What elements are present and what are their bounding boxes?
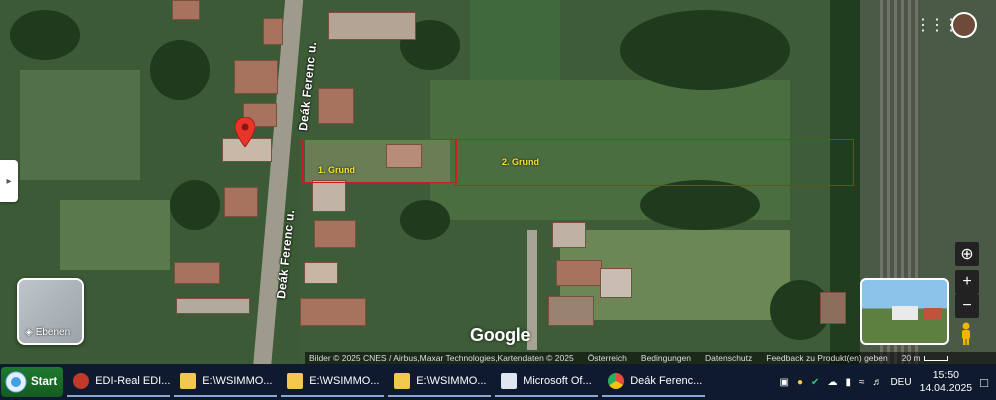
start-orb-icon — [5, 371, 27, 393]
folder-icon — [180, 373, 197, 389]
house — [318, 88, 354, 124]
house — [263, 18, 283, 45]
language-indicator[interactable]: DEU — [890, 377, 911, 388]
house — [172, 0, 200, 20]
clock-date: 14.04.2025 — [919, 382, 973, 394]
map-area-orchard — [60, 200, 170, 270]
volume-icon[interactable]: ♬ — [872, 377, 882, 388]
house — [328, 12, 416, 40]
house — [174, 262, 220, 284]
layers-icon: ◈ — [25, 327, 33, 338]
layers-label: Ebenen — [35, 327, 71, 338]
taskbar-item-folder[interactable]: E:\WSIMMO... — [281, 367, 385, 397]
layers-button[interactable]: ◈ Ebenen — [17, 278, 84, 345]
house — [224, 187, 258, 217]
house — [548, 296, 594, 326]
attribution-bar: Bilder © 2025 CNES / Airbus,Maxar Techno… — [305, 352, 996, 364]
taskbar-item-label: Deák Ferenc... — [630, 375, 703, 387]
house — [234, 60, 278, 94]
parcel-1-outline[interactable] — [302, 139, 457, 183]
my-location-button[interactable]: ⊕ — [955, 242, 979, 266]
house — [314, 220, 356, 248]
taskbar-item-edi-real[interactable]: EDI-Real EDI... — [67, 367, 171, 397]
folder-icon — [287, 373, 304, 389]
field-north — [470, 0, 560, 80]
location-target-icon: ⊕ — [960, 246, 974, 263]
map-area-yard — [20, 70, 140, 180]
tree — [400, 200, 450, 240]
preview-house — [892, 306, 918, 320]
house — [300, 298, 366, 326]
parcel-2-label: 2. Grund — [502, 157, 540, 167]
layers-label-row: ◈ Ebenen — [25, 327, 70, 338]
google-logo: Google — [470, 325, 531, 345]
taskbar-item-folder[interactable]: E:\WSIMMO... — [174, 367, 278, 397]
map-pin-icon[interactable] — [235, 117, 255, 147]
terms-link[interactable]: Bedingungen — [641, 353, 691, 363]
parcel-1-label: 1. Grund — [318, 165, 356, 175]
house — [820, 292, 846, 324]
taskbar: Start EDI-Real EDI... E:\WSIMMO... E:\WS… — [0, 364, 996, 400]
edi-real-icon — [73, 373, 90, 389]
taskbar-item-label: E:\WSIMMO... — [309, 375, 380, 387]
check-icon[interactable]: ✔ — [811, 377, 819, 388]
chevron-right-icon: ▸ — [6, 175, 12, 187]
folder-icon — [394, 373, 411, 389]
tree — [150, 40, 210, 100]
taskbar-item-label: E:\WSIMMO... — [202, 375, 273, 387]
scale-label: 20 m — [901, 353, 921, 363]
taskbar-item-chrome[interactable]: Deák Ferenc... — [602, 367, 706, 397]
tree — [10, 10, 80, 60]
notification-icon[interactable]: □ — [980, 375, 988, 390]
house — [556, 260, 602, 286]
chrome-icon — [608, 373, 625, 389]
system-tray: ▣ ● ✔ ☁ ▮ ≈ ♬ DEU 15:50 14.04.2025 □ — [780, 369, 996, 395]
start-button[interactable]: Start — [1, 367, 64, 397]
house — [312, 180, 346, 212]
preview-roof — [924, 308, 942, 320]
zoom-out-button[interactable]: − — [955, 294, 979, 318]
avatar[interactable] — [951, 12, 977, 38]
privacy-link[interactable]: Datenschutz — [705, 353, 752, 363]
tree — [640, 180, 760, 230]
cloud-icon[interactable]: ☁ — [827, 377, 837, 388]
start-label: Start — [31, 376, 58, 388]
chat-icon[interactable]: ● — [797, 377, 803, 388]
tree — [620, 10, 790, 90]
pegman-icon[interactable] — [958, 322, 974, 346]
country-link[interactable]: Österreich — [588, 353, 627, 363]
house — [304, 262, 338, 284]
scale-indicator[interactable]: 20 m — [902, 353, 948, 363]
taskbar-item-label: Microsoft Of... — [523, 375, 592, 387]
imagery-credit: Bilder © 2025 CNES / Airbus,Maxar Techno… — [309, 353, 574, 363]
wifi-icon[interactable]: ≈ — [859, 377, 865, 388]
office-document-icon — [501, 373, 518, 389]
taskbar-item-folder[interactable]: E:\WSIMMO... — [388, 367, 492, 397]
house — [552, 222, 586, 248]
house — [600, 268, 632, 298]
feedback-link[interactable]: Feedback zu Produkt(en) geben — [766, 353, 887, 363]
taskbar-item-microsoft-office[interactable]: Microsoft Of... — [495, 367, 599, 397]
scale-bar — [923, 355, 948, 361]
zoom-in-button[interactable]: + — [955, 270, 979, 294]
clock-time: 15:50 — [932, 369, 959, 381]
battery-icon[interactable]: ▮ — [845, 377, 851, 388]
taskbar-item-label: E:\WSIMMO... — [416, 375, 487, 387]
house — [176, 298, 250, 314]
street-view-preview[interactable] — [860, 278, 949, 345]
tree — [170, 180, 220, 230]
clock[interactable]: 15:50 14.04.2025 — [920, 369, 973, 395]
satellite-map[interactable]: Deák Ferenc u. Deák Ferenc u. 1. Grund 2… — [0, 0, 996, 364]
network-monitor-icon[interactable]: ▣ — [780, 377, 789, 388]
taskbar-item-label: EDI-Real EDI... — [95, 375, 171, 387]
side-panel-toggle[interactable]: ▸ — [0, 160, 18, 202]
